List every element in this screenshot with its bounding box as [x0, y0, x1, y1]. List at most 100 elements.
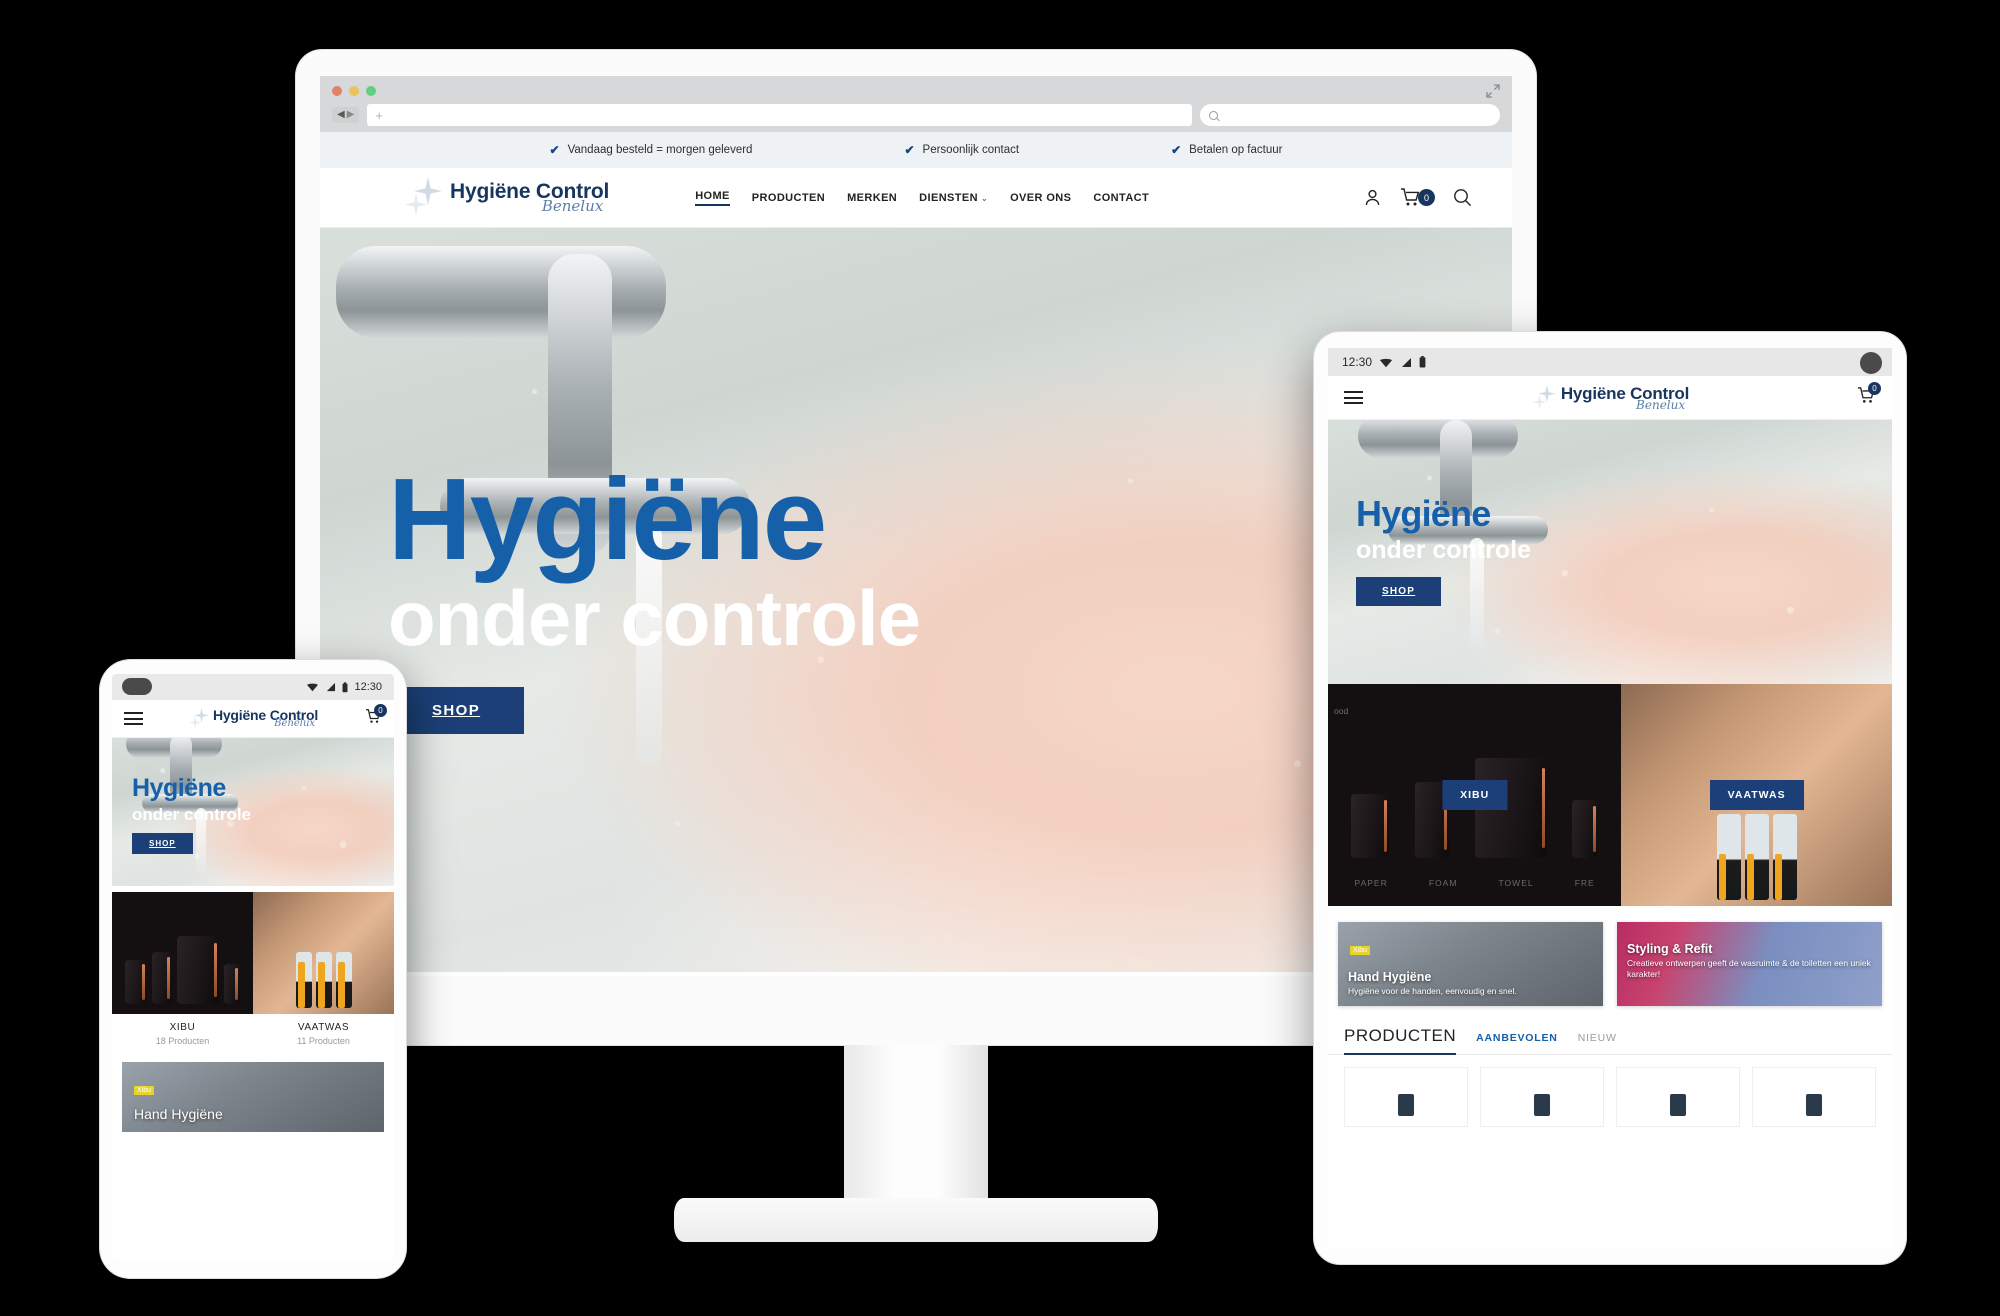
hero-headline-primary: Hygiëne: [132, 774, 226, 802]
logo-tagline: Benelux: [1636, 397, 1686, 412]
minimize-window-button[interactable]: [349, 86, 359, 96]
tablet-device-mockup: 12:30 Hygiëne Control Benelux 0 Hygiëne …: [1314, 332, 1906, 1264]
close-window-button[interactable]: [332, 86, 342, 96]
zoom-window-button[interactable]: [366, 86, 376, 96]
usp-item-contact: ✔ Persoonlijk contact: [904, 143, 1019, 157]
front-camera: [122, 678, 152, 695]
category-tile-vaatwas[interactable]: VAATWAS: [1621, 684, 1892, 906]
xibu-tag: Xibu: [134, 1086, 155, 1095]
nav-item-producten[interactable]: PRODUCTEN: [752, 192, 825, 204]
address-bar[interactable]: +: [367, 104, 1192, 126]
category-tile-xibu[interactable]: [112, 892, 253, 1014]
hero-headline-secondary: onder controle: [388, 574, 921, 663]
category-tiles: ood PAPER FOAM TOWEL FRE XIBU VAATWAS: [1328, 684, 1892, 906]
nav-item-over-ons[interactable]: OVER ONS: [1010, 192, 1071, 204]
nav-item-contact[interactable]: CONTACT: [1093, 192, 1149, 204]
category-label-xibu[interactable]: XIBU 18 Producten: [112, 1022, 253, 1046]
forward-button[interactable]: ▶: [347, 110, 355, 120]
hero-shop-button[interactable]: SHOP: [1356, 577, 1442, 606]
check-icon: ✔: [904, 143, 915, 157]
front-camera: [1860, 352, 1882, 374]
hero-headline-primary: Hygiëne: [388, 454, 827, 584]
signal-icon: [1402, 357, 1412, 367]
signal-icon: [327, 682, 336, 692]
browser-nav-buttons[interactable]: ◀ ▶: [332, 107, 360, 123]
usp-label: Persoonlijk contact: [922, 144, 1020, 156]
dispenser-label: PAPER: [1354, 878, 1388, 888]
check-icon: ✔: [1171, 143, 1182, 157]
promo-subtitle: Hygiëne voor de handen, eenvoudig en sne…: [1348, 985, 1517, 996]
cart-count-badge: 0: [1418, 189, 1435, 206]
promo-title: Hand Hygiëne: [1348, 969, 1432, 984]
hero-copy: Hygiëne onder controle SHOP: [388, 454, 921, 735]
category-tile-xibu[interactable]: ood PAPER FOAM TOWEL FRE XIBU: [1328, 684, 1622, 906]
site-logo[interactable]: Hygiëne Control Benelux: [402, 175, 609, 221]
product-card[interactable]: [1752, 1067, 1876, 1127]
phone-hero-banner: Hygiëne onder controle SHOP: [112, 738, 394, 886]
site-logo[interactable]: Hygiëne Control Benelux: [1531, 383, 1689, 413]
product-card[interactable]: [1616, 1067, 1740, 1127]
back-button[interactable]: ◀: [337, 110, 345, 120]
promo-card-hand-hygiene[interactable]: Xibu Hand Hygiëne Hygiëne voor de handen…: [1338, 922, 1603, 1006]
battery-icon: [342, 681, 348, 692]
phone-screen: 12:30 Hygiëne Control Benelux 0 Hygiëne …: [112, 674, 394, 1260]
fullscreen-icon[interactable]: [1486, 84, 1500, 98]
tab-aanbevolen[interactable]: AANBEVOLEN: [1476, 1032, 1558, 1052]
window-traffic-lights[interactable]: [332, 86, 376, 96]
logo-tagline: Benelux: [541, 197, 604, 215]
nav-item-merken[interactable]: MERKEN: [847, 192, 897, 204]
hamburger-icon[interactable]: [1344, 391, 1363, 404]
cart-button[interactable]: 0: [1857, 381, 1881, 409]
logo-text: Hygiëne Control Benelux: [450, 181, 609, 214]
cart-button[interactable]: 0: [365, 703, 387, 729]
tab-nieuw[interactable]: NIEUW: [1578, 1032, 1617, 1052]
promo-card-styling-refit[interactable]: Styling & Refit Creatieve ontwerpen geef…: [1617, 922, 1882, 1006]
logo-text: Hygiëne Control Benelux: [1561, 385, 1689, 411]
product-card-row: [1328, 1055, 1892, 1139]
hero-headline-primary: Hygiëne: [1356, 493, 1491, 534]
phone-device-mockup: 12:30 Hygiëne Control Benelux 0 Hygiëne …: [100, 660, 406, 1278]
dispenser-labels: PAPER FOAM TOWEL FRE: [1328, 878, 1621, 888]
product-card[interactable]: [1480, 1067, 1604, 1127]
vaatwas-dispensers: [295, 952, 352, 1008]
category-tile-vaatwas[interactable]: [253, 892, 394, 1014]
category-pill-vaatwas[interactable]: VAATWAS: [1709, 780, 1804, 810]
dispenser-lineup: [112, 924, 253, 1004]
status-time: 12:30: [354, 681, 382, 693]
nav-item-home[interactable]: HOME: [695, 190, 730, 206]
hero-shop-button[interactable]: SHOP: [132, 833, 193, 854]
hero-copy: Hygiëne onder controle SHOP: [1356, 496, 1531, 606]
battery-icon: [1419, 356, 1426, 368]
wifi-icon: [1380, 358, 1393, 367]
category-labels: XIBU 18 Producten VAATWAS 11 Producten: [112, 1014, 394, 1058]
product-card[interactable]: [1344, 1067, 1468, 1127]
screenshot-stage: ◀ ▶ + ✔ Vandaag besteld = morgen gelever…: [0, 0, 2000, 1316]
logo-tagline: Benelux: [274, 718, 316, 729]
xibu-tag: Xibu: [1350, 946, 1371, 955]
tablet-hero-banner: Hygiëne onder controle SHOP: [1328, 420, 1892, 684]
user-icon[interactable]: [1363, 188, 1382, 207]
sparkle-icon: [402, 175, 444, 221]
search-icon[interactable]: [1453, 188, 1472, 207]
promo-card-hand-hygiene[interactable]: Xibu Hand Hygiëne: [122, 1062, 384, 1132]
status-time: 12:30: [1342, 355, 1373, 369]
usp-item-invoice: ✔ Betalen op factuur: [1171, 143, 1282, 157]
category-pill-xibu[interactable]: XIBU: [1442, 780, 1508, 810]
browser-search-field[interactable]: [1200, 104, 1500, 126]
promo-title: Hand Hygiëne: [134, 1106, 223, 1122]
imac-stand-foot: [674, 1198, 1158, 1242]
new-tab-icon[interactable]: +: [375, 108, 383, 123]
promo-title: Styling & Refit: [1627, 942, 1713, 956]
nav-item-diensten[interactable]: DIENSTEN ⌄: [919, 192, 988, 204]
site-header: Hygiëne Control Benelux HOME PRODUCTEN M…: [320, 168, 1512, 228]
site-logo[interactable]: Hygiëne Control Benelux: [188, 706, 318, 732]
category-label-vaatwas[interactable]: VAATWAS 11 Producten: [253, 1022, 394, 1046]
wifi-icon: [307, 683, 319, 692]
hamburger-icon[interactable]: [124, 712, 143, 725]
promo-text: Hand Hygiëne Hygiëne voor de handen, een…: [1348, 970, 1517, 997]
usp-label: Betalen op factuur: [1189, 144, 1283, 156]
hero-shop-button[interactable]: SHOP: [388, 687, 525, 735]
category-count: 11 Producten: [297, 1036, 350, 1046]
cart-button[interactable]: 0: [1400, 188, 1435, 207]
category-tiles: [112, 892, 394, 1014]
